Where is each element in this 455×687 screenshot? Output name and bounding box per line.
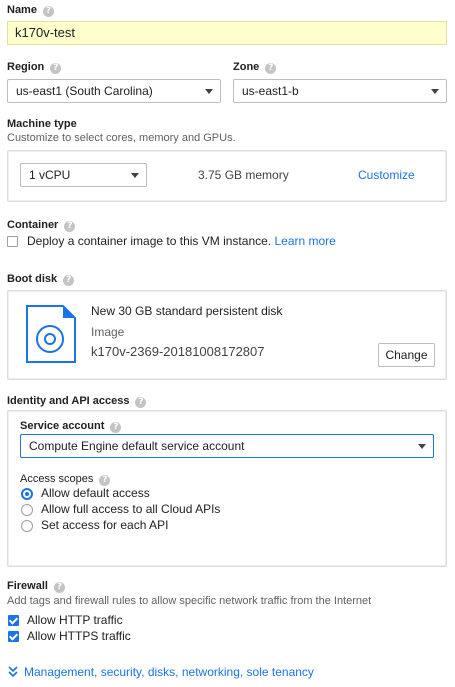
help-icon[interactable]: ?	[50, 63, 62, 74]
chevron-double-down-icon	[8, 666, 18, 678]
machine-type-panel: 1 vCPU 3.75 GB memory Customize	[7, 150, 447, 202]
container-label: Container?	[7, 219, 76, 232]
help-icon[interactable]: ?	[53, 582, 65, 593]
help-icon[interactable]: ?	[99, 475, 111, 486]
boot-disk-title: New 30 GB standard persistent disk	[91, 304, 283, 318]
http-checkbox-label: Allow HTTP traffic	[27, 613, 123, 627]
dropdown-caret-icon	[431, 89, 439, 94]
disk-icon	[26, 305, 76, 363]
scope-full-radio[interactable]	[21, 504, 33, 516]
help-icon[interactable]: ?	[63, 275, 75, 286]
name-label: Name?	[7, 4, 54, 17]
help-icon[interactable]: ?	[135, 397, 147, 408]
scope-full-label: Allow full access to all Cloud APIs	[41, 502, 221, 516]
firewall-hint: Add tags and firewall rules to allow spe…	[7, 595, 372, 607]
region-label: Region?	[7, 61, 62, 74]
identity-label: Identity and API access?	[7, 395, 147, 408]
name-input-value: k170v-test	[15, 25, 75, 40]
boot-disk-image-label: Image	[91, 325, 125, 339]
cpu-select[interactable]: 1 vCPU	[20, 163, 147, 187]
zone-label: Zone?	[233, 61, 277, 74]
dropdown-caret-icon	[418, 444, 426, 449]
help-icon[interactable]: ?	[64, 221, 76, 232]
change-button[interactable]: Change	[378, 343, 435, 367]
learn-more-link[interactable]: Learn more	[274, 234, 335, 248]
scope-default-label: Allow default access	[41, 486, 150, 500]
dropdown-caret-icon	[131, 173, 139, 178]
scope-default-radio[interactable]	[21, 488, 33, 500]
scope-each-api-radio[interactable]	[21, 520, 33, 532]
dropdown-caret-icon	[205, 89, 213, 94]
firewall-label: Firewall?	[7, 580, 65, 593]
management-expander-label: Management, security, disks, networking,…	[24, 665, 314, 679]
machine-type-hint: Customize to select cores, memory and GP…	[7, 132, 236, 144]
access-scopes-label: Access scopes?	[20, 473, 111, 486]
boot-disk-image-value: k170v-2369-20181008172807	[91, 344, 265, 359]
identity-panel: Service account? Compute Engine default …	[7, 410, 447, 567]
memory-value: 3.75 GB memory	[198, 168, 289, 182]
https-checkbox-label: Allow HTTPS traffic	[27, 629, 131, 643]
help-icon[interactable]: ?	[265, 63, 277, 74]
https-checkbox[interactable]	[8, 631, 19, 642]
customize-link[interactable]: Customize	[358, 168, 415, 182]
http-checkbox[interactable]	[8, 615, 19, 626]
container-checkbox-label: Deploy a container image to this VM inst…	[27, 234, 336, 248]
help-icon[interactable]: ?	[110, 422, 122, 433]
container-checkbox[interactable]	[7, 236, 18, 247]
name-input[interactable]: k170v-test	[7, 21, 447, 45]
help-icon[interactable]: ?	[42, 6, 54, 17]
machine-type-label: Machine type	[7, 118, 77, 130]
region-select[interactable]: us-east1 (South Carolina)	[7, 79, 221, 103]
boot-disk-label: Boot disk?	[7, 273, 75, 286]
boot-disk-panel: New 30 GB standard persistent disk Image…	[7, 290, 447, 380]
service-account-select[interactable]: Compute Engine default service account	[20, 434, 434, 458]
service-account-label: Service account?	[20, 420, 122, 433]
zone-select[interactable]: us-east1-b	[233, 79, 447, 103]
scope-each-api-label: Set access for each API	[41, 518, 169, 532]
